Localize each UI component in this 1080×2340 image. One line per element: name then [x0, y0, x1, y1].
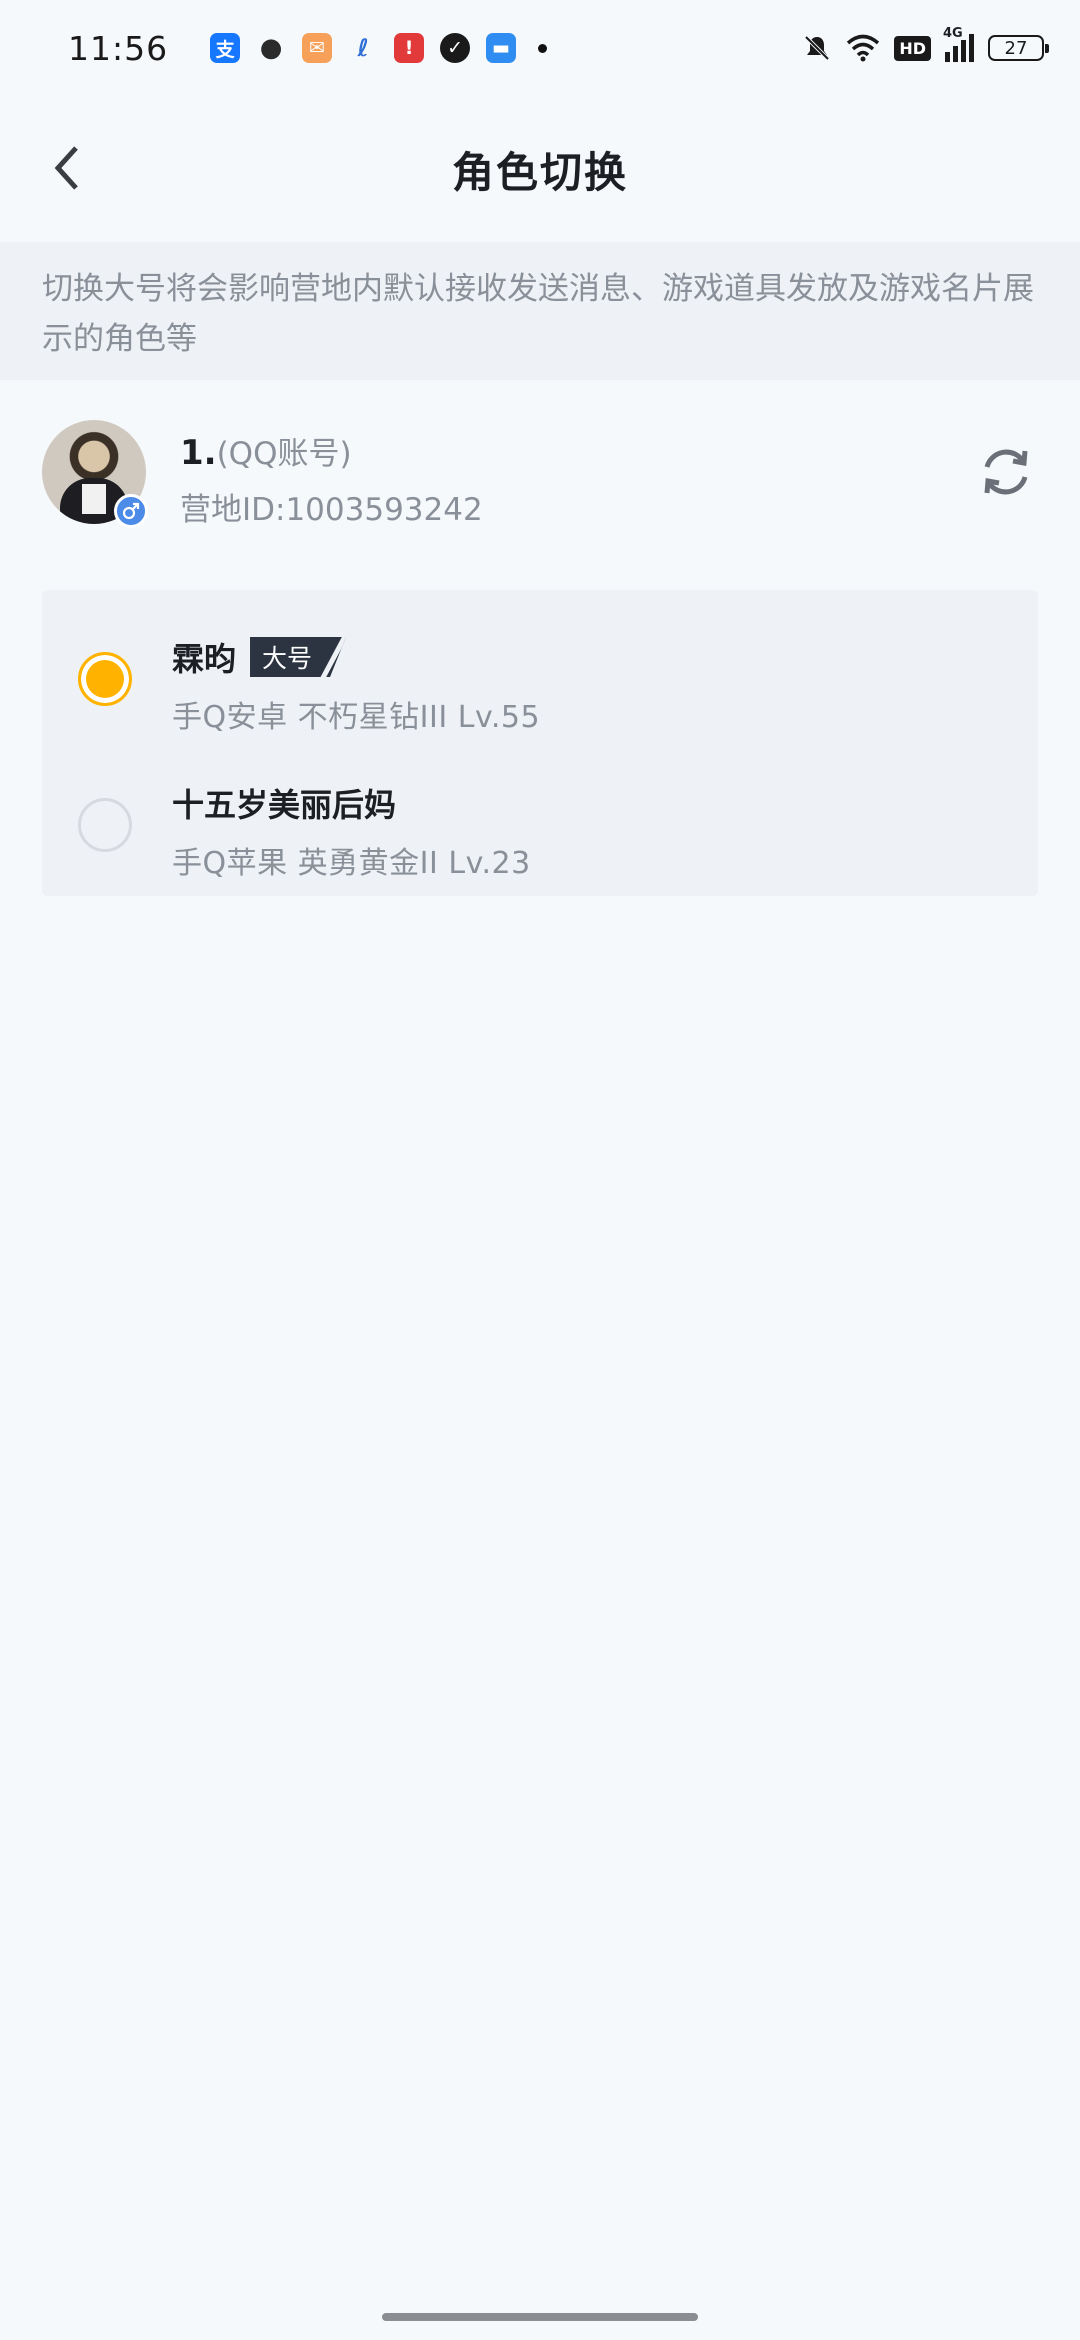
- camp-id: 营地ID:1003593242: [180, 492, 483, 528]
- network-type-label: 4G: [943, 26, 963, 41]
- status-app-icons: 支 ● ✉ ℓ ! ✓ ▬: [210, 33, 517, 63]
- battery-indicator: 27: [988, 35, 1049, 61]
- china-telecom-icon: ℓ: [357, 34, 369, 62]
- notification-dot-icon: [538, 43, 548, 53]
- files-app-icon: ▬: [486, 33, 517, 63]
- home-indicator[interactable]: [382, 2313, 698, 2321]
- account-number: 1.: [180, 433, 217, 473]
- male-gender-icon: [114, 494, 148, 528]
- role-detail: 手Q苹果 英勇黄金II Lv.23: [172, 846, 531, 881]
- role-name: 霖昀: [172, 640, 237, 678]
- shield-app-icon: ✓: [440, 33, 471, 63]
- alipay-icon: 支: [210, 33, 241, 63]
- refresh-icon: [984, 449, 1028, 495]
- switch-notice: 切换大号将会影响营地内默认接收发送消息、游戏道具发放及游戏名片展示的角色等: [0, 242, 1080, 380]
- main-account-badge: 大号: [250, 637, 346, 677]
- radio-unselected[interactable]: [78, 798, 132, 852]
- page-title: 角色切换: [451, 147, 628, 197]
- account-row: 1.(QQ账号) 营地ID:1003593242: [0, 380, 1080, 580]
- role-item[interactable]: 霖昀 大号 手Q安卓 不朽星钻III Lv.55: [42, 608, 1038, 754]
- wechat-icon: ●: [259, 33, 283, 63]
- role-list: 霖昀 大号 手Q安卓 不朽星钻III Lv.55 十五岁美丽后妈 手Q苹果 英勇…: [42, 590, 1038, 896]
- account-type: (QQ账号): [216, 436, 352, 472]
- status-bar: 11:56 支 ● ✉ ℓ ! ✓ ▬ HD 4G 27: [0, 0, 1080, 96]
- red-app-icon: !: [394, 33, 425, 63]
- role-detail: 手Q安卓 不朽星钻III Lv.55: [172, 700, 541, 735]
- signal-icon: 4G: [943, 26, 974, 62]
- role-name: 十五岁美丽后妈: [172, 786, 397, 824]
- account-name: 1.(QQ账号): [180, 428, 352, 473]
- mail-app-icon: ✉: [302, 33, 333, 63]
- refresh-button[interactable]: [976, 442, 1036, 502]
- status-indicators: HD 4G 27: [802, 26, 1049, 63]
- chevron-left-icon: [54, 146, 78, 190]
- radio-selected[interactable]: [78, 652, 132, 706]
- hd-badge: HD: [894, 35, 931, 61]
- role-item[interactable]: 十五岁美丽后妈 手Q苹果 英勇黄金II Lv.23: [42, 754, 1038, 900]
- status-time: 11:56: [68, 28, 169, 68]
- wifi-icon: [847, 34, 880, 62]
- header: 角色切换: [0, 96, 1080, 242]
- mute-icon: [804, 35, 830, 61]
- back-button[interactable]: [40, 138, 100, 198]
